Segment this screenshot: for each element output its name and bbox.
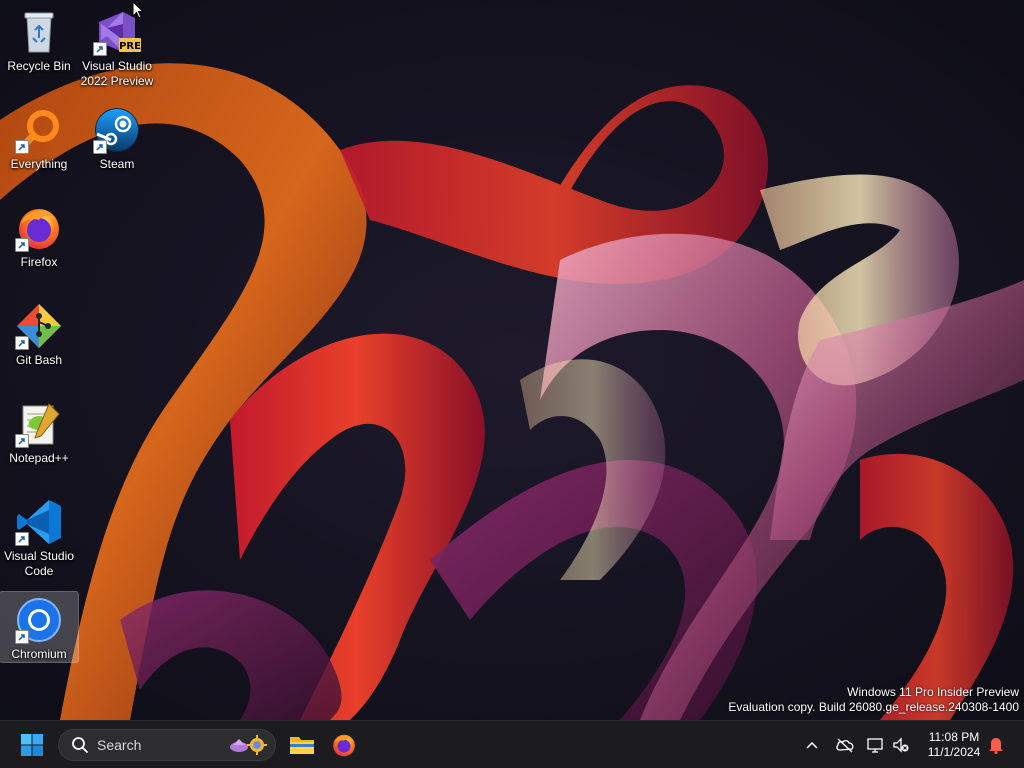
watermark-edition: Windows 11 Pro Insider Preview (847, 685, 1019, 699)
desktop-icon-chromium[interactable]: Chromium (0, 591, 79, 663)
desktop-icon-label: Notepad++ (9, 451, 69, 465)
desktop-icon-label: Firefox (20, 255, 58, 269)
desktop-icon-label: Steam (99, 157, 135, 171)
desktop-icon-recycle-bin[interactable]: Recycle Bin (0, 4, 78, 74)
file-explorer-icon (290, 737, 314, 754)
desktop-icon-git-bash[interactable]: Git Bash (0, 298, 78, 368)
vscode-icon (15, 498, 63, 546)
bell-icon (989, 738, 1003, 754)
network-tray-button[interactable] (864, 725, 888, 765)
desktop-icon-label: Visual Studio 2022 Preview (80, 59, 154, 88)
shortcut-arrow-icon (15, 434, 29, 448)
shortcut-arrow-icon (15, 140, 29, 154)
taskbar: Search 11:08 PM 11/1/2024 (0, 720, 1024, 768)
recycle-bin-icon (15, 8, 63, 56)
onedrive-tray-button[interactable] (832, 725, 858, 765)
everything-search-icon (15, 106, 63, 154)
taskbar-search-box[interactable]: Search (58, 729, 276, 761)
start-button[interactable] (12, 725, 52, 765)
notepad-plus-plus-icon (15, 400, 63, 448)
desktop-icon-vscode[interactable]: Visual Studio Code (0, 494, 78, 579)
mouse-cursor-icon (132, 1, 144, 19)
shortcut-arrow-icon (93, 42, 107, 56)
desktop-icon-firefox[interactable]: Firefox (0, 200, 78, 270)
steam-icon (93, 106, 141, 154)
desktop-icon-label: Everything (10, 157, 68, 171)
file-explorer-taskbar-button[interactable] (282, 725, 322, 765)
volume-tray-button[interactable] (890, 725, 912, 765)
windows-logo-icon (21, 734, 43, 756)
search-highlight-icon (230, 735, 267, 755)
notifications-button[interactable] (984, 725, 1008, 765)
cloud-offline-icon (836, 738, 854, 753)
desktop-icon-notepad-plus-plus[interactable]: Notepad++ (0, 396, 78, 466)
firefox-icon (333, 734, 355, 757)
firefox-taskbar-button[interactable] (324, 725, 364, 765)
git-bash-icon (15, 302, 63, 350)
chevron-up-icon (806, 741, 818, 749)
clock-time: 11:08 PM (928, 730, 980, 744)
desktop-icon-label: Chromium (11, 647, 67, 661)
watermark-build: Evaluation copy. Build 26080.ge_release.… (728, 700, 1019, 714)
shortcut-arrow-icon (15, 238, 29, 252)
firefox-icon (15, 204, 63, 252)
desktop-icon-label: Git Bash (15, 353, 63, 367)
search-placeholder: Search (97, 737, 142, 753)
desktop-icon-steam[interactable]: Steam (78, 102, 156, 172)
desktop-icon-label: Visual Studio Code (4, 549, 74, 578)
speaker-muted-icon (893, 737, 909, 753)
shortcut-arrow-icon (15, 630, 29, 644)
desktop-icon-visual-studio[interactable]: PRE Visual Studio 2022 Preview (78, 4, 156, 89)
chromium-icon (15, 596, 63, 644)
shortcut-arrow-icon (93, 140, 107, 154)
pre-badge: PRE (119, 41, 141, 52)
taskbar-clock[interactable]: 11:08 PM 11/1/2024 (918, 730, 990, 760)
network-monitor-icon (867, 738, 883, 753)
show-hidden-icons-button[interactable] (800, 725, 824, 765)
shortcut-arrow-icon (15, 336, 29, 350)
search-icon (72, 737, 88, 753)
desktop-icon-label: Recycle Bin (7, 59, 71, 73)
shortcut-arrow-icon (15, 532, 29, 546)
evaluation-watermark: Windows 11 Pro Insider Preview Evaluatio… (728, 685, 1019, 715)
desktop-icon-everything[interactable]: Everything (0, 102, 78, 172)
clock-date: 11/1/2024 (927, 745, 981, 759)
